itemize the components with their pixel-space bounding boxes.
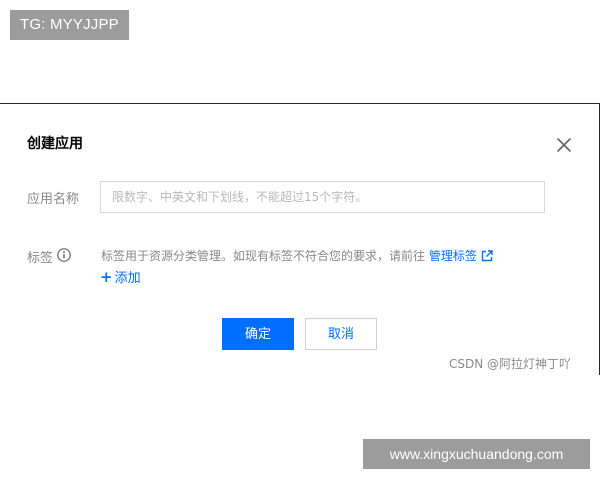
watermark-badge-site: www.xingxuchuandong.com [363, 439, 590, 469]
app-name-label: 应用名称 [27, 192, 80, 207]
app-name-input[interactable] [100, 181, 545, 213]
add-tag-button[interactable]: + 添加 [100, 267, 141, 286]
plus-icon: + [100, 268, 113, 286]
tag-description-text: 标签用于资源分类管理。如现有标签不符合您的要求，请前往 [101, 249, 426, 263]
manage-tags-link[interactable]: 管理标签 [429, 249, 493, 263]
close-icon[interactable] [556, 137, 572, 153]
add-tag-label: 添加 [114, 271, 141, 286]
cancel-button[interactable]: 取消 [305, 318, 377, 350]
dialog-title: 创建应用 [27, 136, 83, 152]
tag-description: 标签用于资源分类管理。如现有标签不符合您的要求，请前往 管理标签 [101, 247, 493, 264]
external-link-icon [481, 250, 493, 262]
manage-tags-label: 管理标签 [428, 249, 477, 263]
csdn-watermark: CSDN @阿拉灯神丁吖 [449, 357, 572, 371]
tag-label: 标签 [27, 251, 54, 266]
watermark-badge-top: TG: MYYJJPP [10, 10, 129, 40]
create-app-dialog: 创建应用 应用名称 标签 标签用于资源分类管理。如现有标签不符合您的要求，请前往… [0, 103, 600, 375]
info-icon[interactable] [57, 248, 71, 262]
confirm-button[interactable]: 确定 [222, 318, 294, 350]
